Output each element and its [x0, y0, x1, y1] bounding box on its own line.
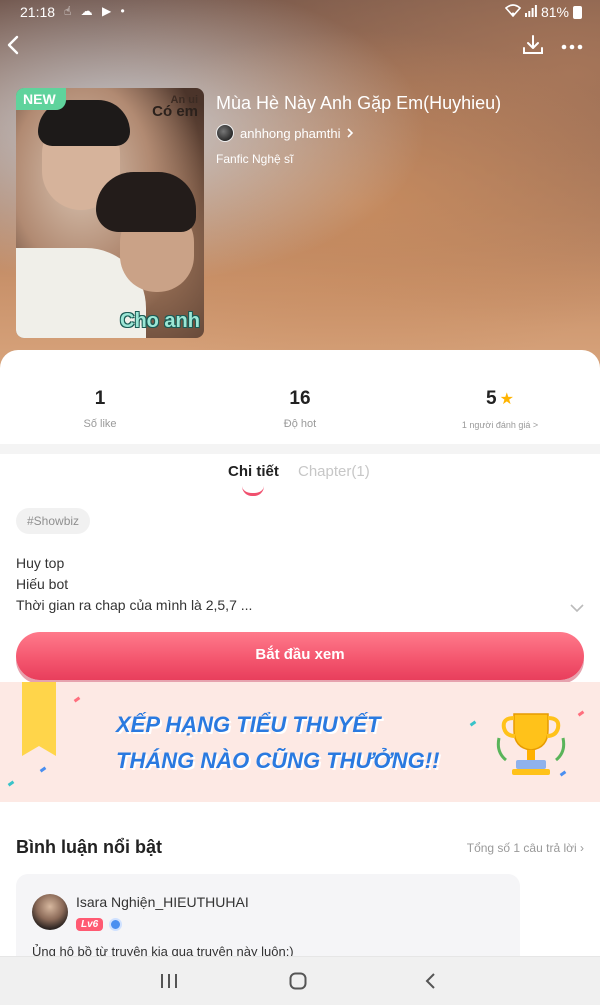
new-badge: NEW — [16, 88, 66, 110]
ribbon-icon — [22, 682, 56, 756]
description-line: Huy top — [16, 555, 65, 571]
book-title: Mùa Hè Này Anh Gặp Em(Huyhieu) — [216, 93, 502, 113]
medal-icon — [109, 918, 123, 931]
back-button[interactable] — [6, 34, 26, 60]
tab-chapter[interactable]: Chapter(1) — [298, 463, 370, 480]
divider — [0, 444, 600, 454]
comments-total-link[interactable]: Tổng số 1 câu trả lời › — [467, 841, 584, 855]
description-line: Thời gian ra chap của mình là 2,5,7 ... — [16, 597, 253, 613]
battery-percent: 81% — [540, 4, 569, 20]
signal-icon — [524, 4, 537, 20]
avatar[interactable] — [32, 894, 68, 930]
recent-apps-icon[interactable] — [160, 973, 178, 989]
description: Huy top Hiếu bot Thời gian ra chap của m… — [16, 553, 252, 616]
likes-label: Số like — [83, 418, 117, 430]
hot-value: 16 — [289, 388, 311, 409]
active-tab-indicator — [242, 486, 264, 496]
tab-detail[interactable]: Chi tiết — [228, 463, 279, 480]
chevron-right-icon: › — [580, 841, 584, 855]
hero-header: 21:18 ☝ ☁ ▶ • 81% An ui Có em Cho anh NE… — [0, 0, 600, 372]
book-category: Fanfic Nghệ sĩ — [216, 152, 294, 166]
chevron-left-icon — [7, 35, 19, 55]
level-badge: Lv6 — [76, 918, 104, 931]
wifi-icon — [504, 4, 522, 20]
author-link[interactable]: anhhong phamthi — [216, 124, 354, 142]
comments-heading: Bình luận nổi bật — [16, 837, 162, 857]
status-time: 21:18 — [20, 4, 56, 20]
author-name: anhhong phamthi — [240, 125, 341, 141]
status-bar: 21:18 ☝ ☁ ▶ • 81% — [0, 0, 600, 26]
system-nav-bar — [0, 956, 600, 1005]
download-icon — [523, 35, 543, 54]
stat-rating[interactable]: 5 ★ 1 người đánh giá > — [400, 350, 600, 444]
rating-count-link[interactable]: 1 người đánh giá > — [400, 420, 600, 430]
description-line: Hiếu bot — [16, 576, 69, 592]
cover-caption-bottom: Cho anh — [120, 310, 200, 332]
notification-icons: ☝ ☁ ▶ • — [64, 4, 128, 18]
stats-row: 1 Số like 16 Độ hot 5 ★ 1 người đánh giá… — [0, 350, 600, 444]
hot-label: Độ hot — [283, 418, 317, 430]
ranking-banner[interactable]: XẾP HẠNG TIỂU THUYẾT THÁNG NÀO CŨNG THƯỞ… — [0, 682, 600, 802]
home-icon[interactable] — [289, 972, 307, 990]
author-avatar — [216, 124, 234, 142]
back-icon[interactable] — [424, 972, 436, 990]
commenter-badges: Lv6 — [76, 918, 123, 931]
download-button[interactable] — [522, 34, 546, 60]
chevron-right-icon — [347, 128, 354, 138]
trophy-icon — [496, 713, 566, 775]
stat-hot: 16 Độ hot — [200, 350, 400, 444]
genre-tag[interactable]: #Showbiz — [16, 508, 91, 534]
tab-bar: Chi tiết Chapter(1) — [0, 463, 600, 503]
more-dots-icon — [561, 44, 583, 50]
battery-icon — [573, 5, 582, 19]
likes-value: 1 — [94, 388, 106, 409]
book-cover[interactable]: An ui Có em Cho anh NEW — [16, 88, 204, 338]
banner-title-line2: THÁNG NÀO CŨNG THƯỞNG!! — [116, 748, 440, 773]
stat-likes: 1 Số like — [0, 350, 200, 444]
star-icon: ★ — [499, 391, 514, 408]
cover-caption-mid: Có em — [152, 103, 198, 120]
status-right: 81% — [504, 4, 582, 20]
rating-value: 5 — [486, 388, 497, 409]
banner-title-line1: XẾP HẠNG TIỂU THUYẾT — [116, 712, 381, 737]
commenter-name[interactable]: Isara Nghiện_HIEUTHUHAI — [76, 894, 249, 910]
comments-total-label: Tổng số 1 câu trả lời — [466, 841, 577, 855]
chevron-down-icon — [570, 604, 584, 613]
detail-panel: 1 Số like 16 Độ hot 5 ★ 1 người đánh giá… — [0, 350, 600, 974]
more-button[interactable] — [560, 35, 586, 59]
start-reading-button[interactable]: Bắt đầu xem — [16, 632, 584, 680]
expand-description-button[interactable] — [570, 600, 584, 613]
